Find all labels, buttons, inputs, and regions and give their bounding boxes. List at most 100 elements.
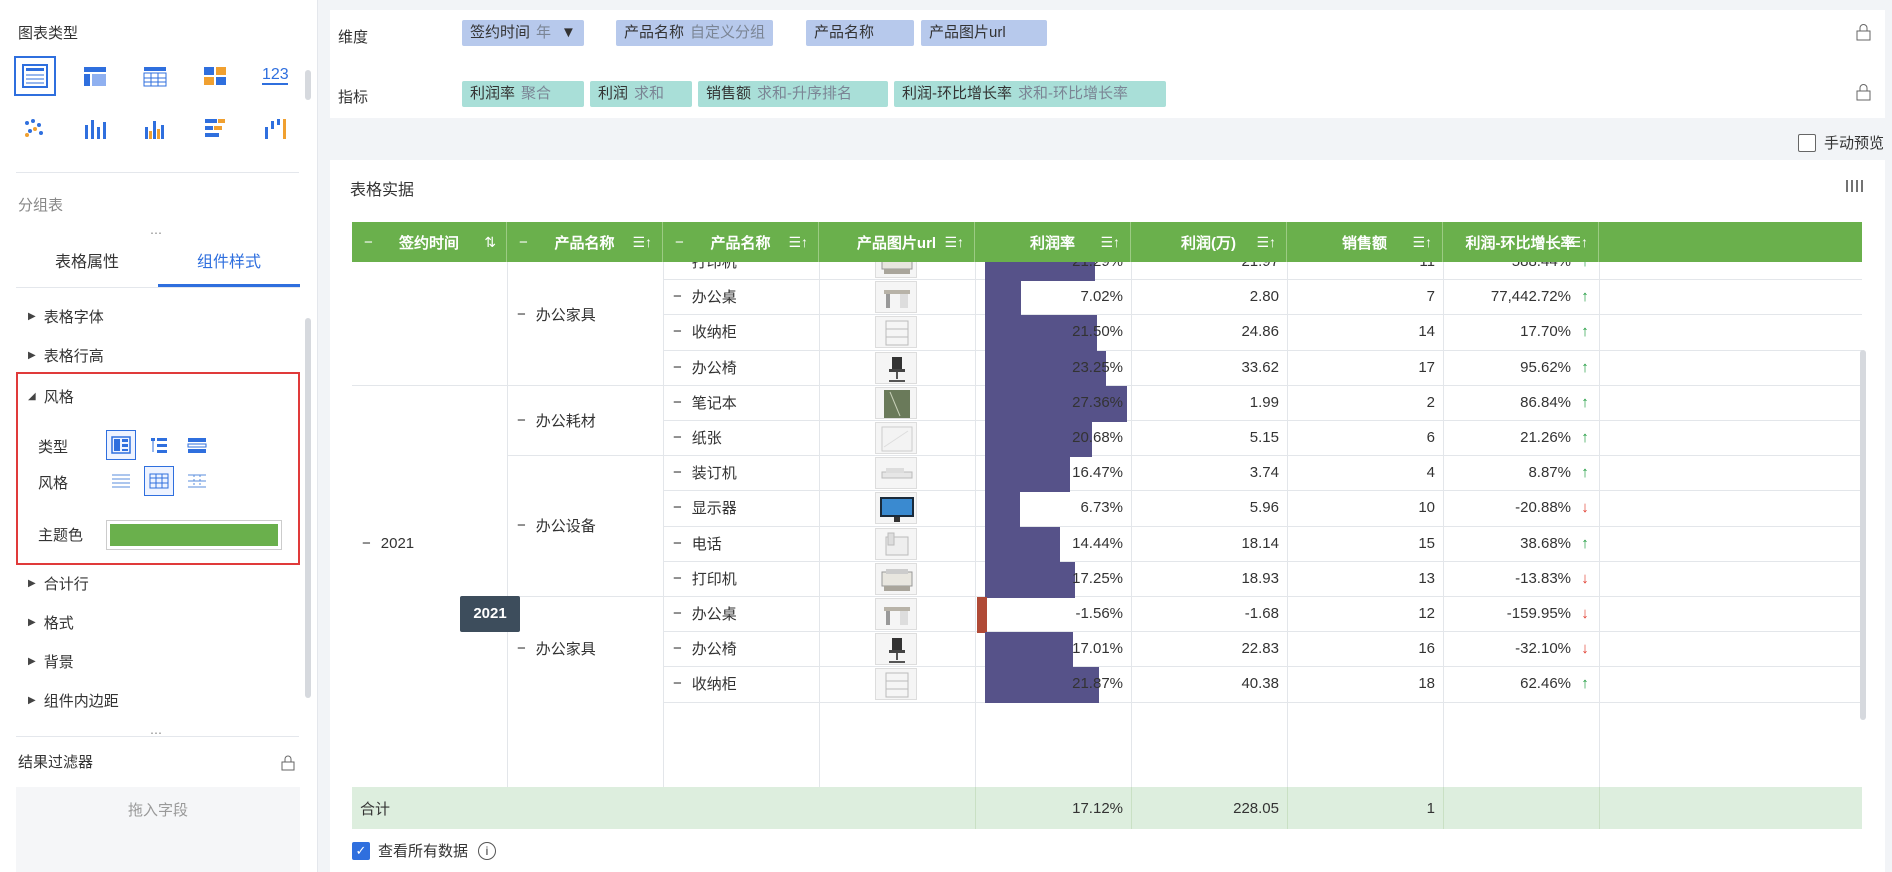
filter-drop-zone[interactable]: 拖入字段 (16, 787, 300, 872)
collapse-icon[interactable]: − (519, 234, 528, 251)
column-header[interactable]: − 签约时间 ⇅ (352, 222, 507, 262)
collapse-icon[interactable]: − (517, 306, 526, 323)
collapse-icon[interactable]: − (517, 640, 526, 657)
collapse-icon[interactable]: − (362, 535, 371, 552)
prop-table-font[interactable]: ▶ 表格字体 (28, 306, 104, 327)
dim-chip-sign-time[interactable]: 签约时间年 ▼ (462, 20, 584, 46)
kpi-block-icon[interactable] (194, 56, 236, 96)
column-header[interactable]: 利润率 ☰↑ (975, 222, 1131, 262)
number-icon[interactable]: 123 (254, 56, 296, 96)
product-cell[interactable]: −打印机 (673, 561, 737, 596)
detail-table-icon[interactable] (134, 56, 176, 96)
manual-preview-toggle[interactable]: 手动预览 (1798, 132, 1884, 153)
product-image[interactable] (875, 598, 917, 630)
measure-chip-profit[interactable]: 利润 求和 (590, 81, 692, 107)
lock-icon[interactable] (1855, 84, 1873, 102)
collapse-icon[interactable]: − (673, 262, 682, 270)
product-image[interactable] (875, 527, 917, 560)
sort-icon[interactable]: ☰↑ (1568, 234, 1588, 251)
sort-icon[interactable]: ⇅ (484, 234, 496, 251)
tab-table-properties[interactable]: 表格属性 (16, 238, 158, 288)
collapse-icon[interactable]: − (364, 234, 373, 251)
product-image[interactable] (875, 668, 917, 701)
product-cell[interactable]: − 装订机 (673, 455, 737, 490)
prop-padding[interactable]: ▶ 组件内边距 (28, 690, 119, 711)
chart-type-scrollbar[interactable] (305, 70, 311, 100)
column-settings-icon[interactable] (1845, 178, 1863, 194)
sort-icon[interactable]: ☰↑ (632, 234, 652, 251)
collapse-icon[interactable]: − (673, 570, 682, 587)
column-header[interactable]: − 产品名称 ☰↑ (663, 222, 819, 262)
style-grid-button[interactable] (144, 466, 174, 496)
measure-chip-growth[interactable]: 利润-环比增长率 求和-环比增长率 (894, 81, 1166, 107)
product-cell[interactable]: − 收纳柜 (673, 666, 737, 701)
measure-chip-profit-rate[interactable]: 利润率 聚合 (462, 81, 584, 107)
product-cell[interactable]: − 纸张 (673, 420, 722, 455)
product-image[interactable] (875, 386, 917, 419)
sort-icon[interactable]: ☰↑ (1256, 234, 1276, 251)
group-cell[interactable]: − 办公家具 (517, 637, 596, 661)
product-cell[interactable]: − 办公桌 (673, 596, 737, 631)
column-header[interactable]: − 产品名称 ☰↑ (507, 222, 663, 262)
table-icon[interactable] (14, 56, 56, 96)
sort-icon[interactable]: ☰↑ (788, 234, 808, 251)
sort-icon[interactable]: ☰↑ (1100, 234, 1120, 251)
prop-total-row[interactable]: ▶ 合计行 (28, 573, 89, 594)
collapse-icon[interactable]: − (673, 605, 682, 622)
prop-row-height[interactable]: ▶ 表格行高 (28, 345, 104, 366)
info-icon[interactable]: i (478, 841, 497, 860)
measure-chip-sales[interactable]: 销售额 求和-升序排名 (698, 81, 888, 107)
collapse-icon[interactable]: − (673, 394, 682, 411)
product-cell[interactable]: − 收纳柜 (673, 314, 737, 349)
product-image[interactable] (875, 422, 917, 454)
product-image[interactable] (875, 316, 917, 349)
year-cell[interactable]: −2021 (362, 531, 414, 555)
collapse-icon[interactable]: − (673, 535, 682, 552)
waterfall-icon[interactable] (254, 108, 296, 148)
checkbox-checked-icon[interactable]: ✓ (352, 841, 370, 860)
prop-background[interactable]: ▶ 背景 (28, 651, 74, 672)
product-cell[interactable]: − 办公椅 (673, 350, 737, 385)
collapse-icon[interactable]: − (675, 234, 684, 251)
sort-icon[interactable]: ☰↑ (1412, 234, 1432, 251)
collapse-icon[interactable]: − (517, 517, 526, 534)
scatter-icon[interactable] (14, 108, 56, 148)
product-image[interactable] (875, 351, 917, 384)
layout-type-compact-button[interactable] (106, 430, 136, 460)
show-all-data-toggle[interactable]: ✓ 查看所有数据 i (352, 840, 497, 861)
collapse-icon[interactable]: − (673, 640, 682, 657)
collapse-icon[interactable]: − (673, 499, 682, 516)
product-image[interactable] (875, 492, 917, 525)
theme-color-picker[interactable] (106, 520, 282, 550)
resize-handle-2[interactable]: ⋯ (150, 726, 163, 740)
product-image[interactable] (875, 281, 917, 314)
column-header[interactable]: 产品图片url ☰↑ (819, 222, 975, 262)
dim-chip-product-group[interactable]: 产品名称 自定义分组 (616, 20, 774, 46)
collapse-icon[interactable]: − (673, 288, 682, 305)
layout-type-tree-button[interactable] (144, 430, 174, 460)
layout-type-flat-button[interactable] (182, 430, 212, 460)
filter-icon[interactable]: ▼ (561, 24, 576, 41)
tab-component-style[interactable]: 组件样式 (158, 238, 300, 288)
style-lines-button[interactable] (106, 466, 136, 496)
dim-chip-product-image[interactable]: 产品图片url (921, 20, 1047, 46)
product-image[interactable] (875, 262, 917, 278)
style-section-header[interactable]: ◢ 风格 (28, 386, 74, 407)
style-stripe-button[interactable] (182, 466, 212, 496)
lock-icon[interactable] (280, 755, 296, 771)
collapse-icon[interactable]: − (673, 429, 682, 446)
cross-table-icon[interactable] (74, 56, 116, 96)
product-image[interactable] (875, 457, 917, 490)
lock-icon[interactable] (1855, 24, 1873, 42)
checkbox[interactable] (1798, 133, 1816, 152)
collapse-icon[interactable]: − (673, 464, 682, 481)
product-image[interactable] (875, 562, 917, 595)
grouped-bar-icon[interactable] (134, 108, 176, 148)
dim-chip-product-name[interactable]: 产品名称 (806, 20, 914, 46)
collapse-icon[interactable]: − (673, 675, 682, 692)
product-cell[interactable]: − 办公桌 (673, 279, 737, 314)
collapse-icon[interactable]: − (673, 359, 682, 376)
column-header[interactable]: 利润(万) ☰↑ (1131, 222, 1287, 262)
group-cell[interactable]: − 办公耗材 (517, 408, 596, 432)
product-cell[interactable]: − 显示器 (673, 490, 737, 525)
